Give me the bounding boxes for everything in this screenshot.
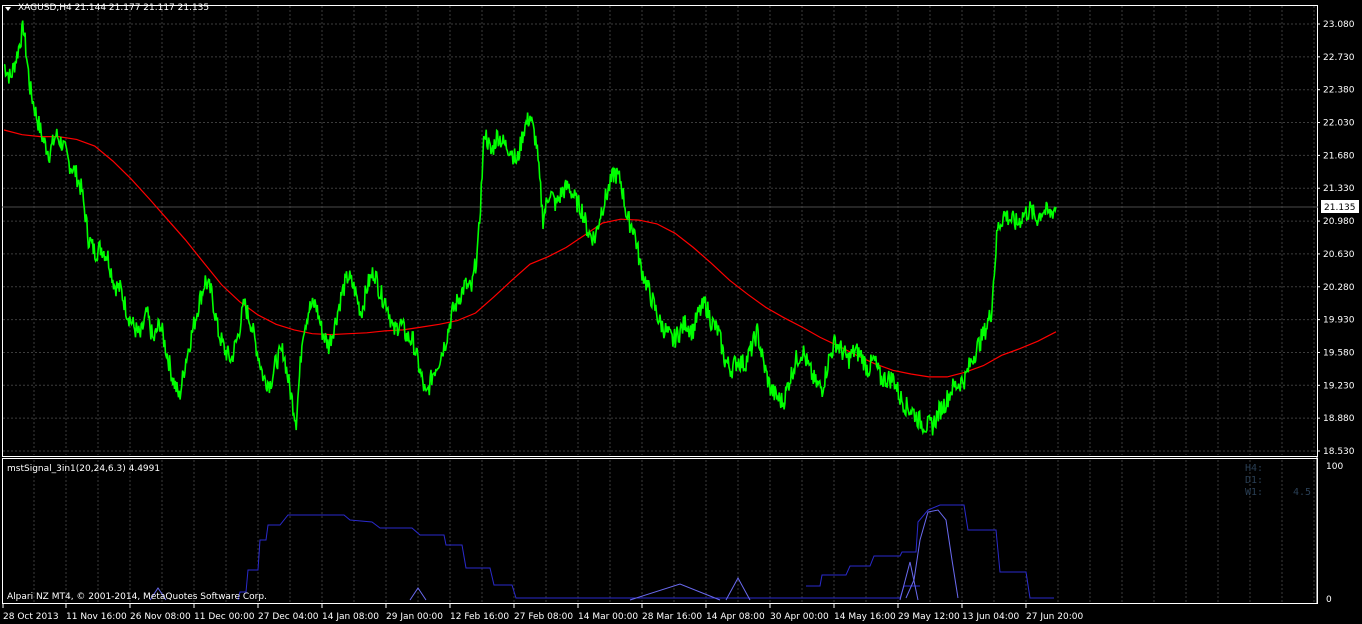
x-tick-label: 29 May 12:00 xyxy=(898,612,960,622)
x-tick-label: 30 Apr 00:00 xyxy=(770,612,829,622)
symbol-header: XAGUSD,H4 21.144 21.177 21.117 21.135 xyxy=(18,3,210,13)
y-tick-label: 22.730 xyxy=(1323,53,1355,63)
tf-w1-label: W1: xyxy=(1245,487,1264,498)
y-tick-label: 19.930 xyxy=(1323,316,1355,326)
x-tick-label: 27 Dec 04:00 xyxy=(258,612,319,622)
x-tick-label: 26 Nov 08:00 xyxy=(130,612,191,622)
y-tick-label: 19.230 xyxy=(1323,381,1355,391)
indicator-scale-bottom: 0 xyxy=(1326,595,1332,605)
y-tick-label: 22.380 xyxy=(1323,86,1355,96)
y-tick-label: 20.630 xyxy=(1323,250,1355,260)
x-tick-label: 14 Mar 00:00 xyxy=(578,612,638,622)
x-tick-label: 11 Nov 16:00 xyxy=(66,612,127,622)
x-tick-label: 14 Jan 08:00 xyxy=(322,612,379,622)
x-tick-label: 14 Apr 08:00 xyxy=(706,612,765,622)
x-tick-label: 12 Feb 16:00 xyxy=(450,612,509,622)
current-price-label: 21.135 xyxy=(1324,203,1356,213)
y-tick-label: 19.580 xyxy=(1323,348,1355,358)
tf-d1-label: D1: xyxy=(1245,475,1264,486)
x-tick-label: 29 Jan 00:00 xyxy=(386,612,443,622)
y-tick-label: 21.330 xyxy=(1323,184,1355,194)
tf-w1-value: 4.5 xyxy=(1293,487,1312,498)
chart-background xyxy=(0,0,1362,624)
x-tick-label: 14 May 16:00 xyxy=(834,612,896,622)
x-tick-label: 27 Jun 20:00 xyxy=(1026,612,1083,622)
indicator-header: mstSignal_3in1(20,24,6.3) 4.4991 xyxy=(7,464,161,474)
chart-window[interactable]: 23.080 22.730 22.380 22.030 21.680 21.330 20.9… xyxy=(0,0,1362,624)
x-tick-label: 11 Dec 00:00 xyxy=(194,612,255,622)
y-tick-label: 22.030 xyxy=(1323,119,1355,129)
x-tick-label: 28 Oct 2013 xyxy=(3,612,59,622)
x-tick-label: 27 Feb 08:00 xyxy=(514,612,573,622)
indicator-scale-top: 100 xyxy=(1326,462,1343,472)
tf-h4-label: H4: xyxy=(1245,463,1264,474)
x-tick-label: 28 Mar 16:00 xyxy=(642,612,702,622)
y-tick-label: 23.080 xyxy=(1323,20,1355,30)
copyright-text: Alpari NZ MT4, © 2001-2014, MetaQuotes S… xyxy=(7,592,267,602)
y-tick-label: 18.880 xyxy=(1323,414,1355,424)
x-tick-label: 13 Jun 04:00 xyxy=(962,612,1019,622)
y-tick-label: 21.680 xyxy=(1323,151,1355,161)
y-tick-label: 20.980 xyxy=(1323,217,1355,227)
y-tick-label: 20.280 xyxy=(1323,283,1355,293)
y-tick-label: 18.530 xyxy=(1323,447,1355,457)
symbol-dropdown-icon[interactable] xyxy=(5,7,11,11)
